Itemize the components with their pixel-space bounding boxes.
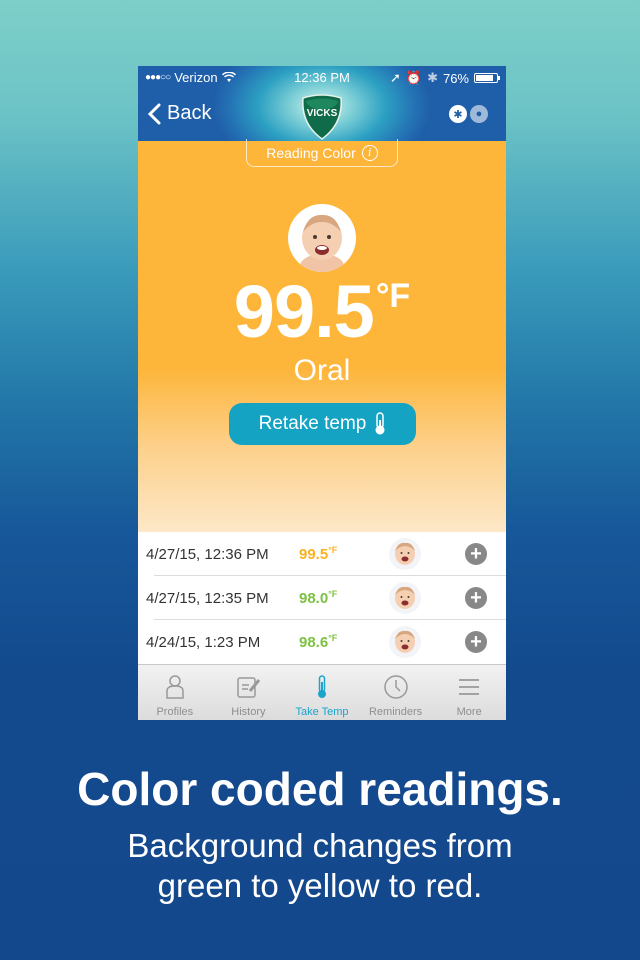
- readings-list: 4/27/15, 12:36 PM 99.5°F + 4/27/15, 12:3…: [138, 532, 506, 664]
- thermometer-device-icon[interactable]: ●: [470, 105, 488, 123]
- add-note-button[interactable]: +: [465, 631, 487, 653]
- reading-row[interactable]: 4/24/15, 1:23 PM 98.6°F +: [138, 620, 506, 664]
- notes-icon: [237, 677, 261, 698]
- info-icon: i: [361, 144, 378, 161]
- tab-history[interactable]: History: [212, 665, 286, 720]
- reading-temp: 98.0°F: [299, 589, 338, 607]
- phone-screen: ●●●○○ Verizon 12:36 PM ➚ ⏰ ✱ 76% Back VI…: [138, 66, 506, 720]
- temperature-value: 99.5: [233, 270, 375, 353]
- tab-profiles[interactable]: Profiles: [138, 665, 212, 720]
- add-note-button[interactable]: +: [465, 587, 487, 609]
- tab-take-temp[interactable]: Take Temp: [285, 665, 359, 720]
- status-bar: ●●●○○ Verizon 12:36 PM ➚ ⏰ ✱ 76%: [138, 70, 506, 88]
- reading-row[interactable]: 4/27/15, 12:35 PM 98.0°F +: [138, 576, 506, 620]
- profile-avatar[interactable]: [288, 204, 356, 272]
- location-icon: ➚: [389, 70, 401, 85]
- reading-row[interactable]: 4/27/15, 12:36 PM 99.5°F +: [138, 532, 506, 576]
- temperature-unit: °F: [375, 277, 411, 315]
- battery-icon: [474, 73, 500, 83]
- person-icon: [166, 675, 184, 699]
- back-label: Back: [167, 102, 212, 124]
- reading-date: 4/27/15, 12:35 PM: [146, 589, 269, 607]
- caption-subtitle: Background changes from green to yellow …: [127, 827, 513, 904]
- retake-temp-button[interactable]: Retake temp: [229, 403, 416, 445]
- tab-reminders[interactable]: Reminders: [359, 665, 433, 720]
- reading-temp: 99.5°F: [299, 545, 338, 563]
- reading-avatar: [389, 538, 421, 570]
- reading-temp: 98.6°F: [299, 633, 338, 651]
- alarm-icon: ⏰: [405, 70, 423, 85]
- reading-avatar: [389, 582, 421, 614]
- battery-percent: 76%: [442, 70, 469, 86]
- reading-date: 4/27/15, 12:36 PM: [146, 545, 269, 563]
- chevron-left-icon: [148, 103, 161, 124]
- reading-panel: Reading Color i 99.5°F Oral Retake temp: [138, 139, 506, 532]
- reading-date: 4/24/15, 1:23 PM: [146, 633, 261, 651]
- bluetooth-status-icon: ✱: [427, 70, 438, 85]
- measurement-method: Oral: [293, 354, 351, 387]
- menu-icon: [459, 679, 480, 695]
- back-button[interactable]: Back: [148, 102, 211, 125]
- current-temperature: 99.5°F: [138, 269, 506, 354]
- reading-color-button[interactable]: Reading Color i: [246, 139, 398, 167]
- caption-headline: Color coded readings.: [77, 763, 563, 815]
- tab-bar: Profiles History Take Temp Reminders Mor…: [138, 664, 506, 720]
- svg-text:VICKS: VICKS: [307, 108, 338, 119]
- add-note-button[interactable]: +: [465, 543, 487, 565]
- clock-icon: [383, 675, 408, 699]
- thermometer-icon: [375, 412, 385, 435]
- bluetooth-icon[interactable]: ✱: [449, 105, 467, 123]
- retake-label: Retake temp: [258, 413, 367, 434]
- tab-more[interactable]: More: [432, 665, 506, 720]
- reading-color-label: Reading Color: [266, 144, 356, 161]
- thermometer-icon: [317, 675, 326, 698]
- vicks-logo: VICKS: [302, 94, 342, 140]
- nav-bar: ●●●○○ Verizon 12:36 PM ➚ ⏰ ✱ 76% Back VI…: [138, 66, 506, 141]
- baby-face-icon: [300, 214, 344, 272]
- reading-avatar: [389, 626, 421, 658]
